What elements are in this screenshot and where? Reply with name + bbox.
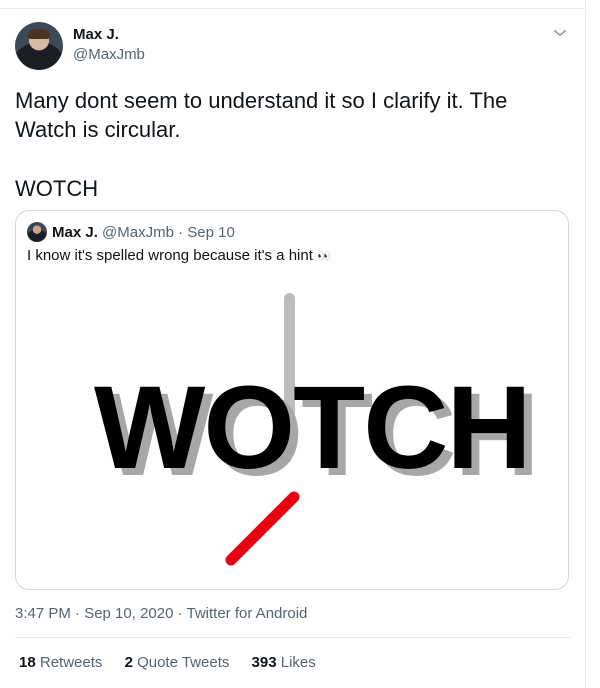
quoted-date: Sep 10: [187, 224, 235, 241]
clock-hour-hand: [225, 491, 300, 566]
quote-tweets-stat[interactable]: 2 Quote Tweets: [125, 654, 230, 671]
avatar[interactable]: [15, 22, 63, 70]
likes-stat[interactable]: 393 Likes: [252, 654, 316, 671]
tweet-text-line1: Many dont seem to understand it so I cla…: [15, 88, 508, 142]
engagement-stats: 18 Retweets 2 Quote Tweets 393 Likes: [19, 654, 334, 671]
quoted-header: Max J. @MaxJmb · Sep 10: [52, 224, 235, 241]
clock-center-dot: [289, 492, 299, 502]
retweets-label: Retweets: [39, 654, 103, 671]
chevron-down-icon[interactable]: [551, 24, 569, 42]
quote-tweets-label: Quote Tweets: [137, 654, 230, 671]
quoted-text-body: I know it's spelled wrong because it's a…: [27, 247, 313, 264]
quoted-separator: ·: [173, 224, 188, 241]
quoted-image[interactable]: WOTCH WOTCH: [16, 275, 568, 589]
top-divider: [0, 8, 586, 9]
wordmark-text: WOTCH: [94, 362, 530, 494]
meta-separator: ·: [173, 605, 187, 622]
tweet-text: Many dont seem to understand it so I cla…: [15, 86, 575, 203]
tweet-card: Max J. @MaxJmb Many dont seem to underst…: [0, 0, 586, 688]
tweet-meta: 3:47 PM · Sep 10, 2020 · Twitter for And…: [15, 605, 307, 622]
eyes-emoji-icon: 👀: [317, 250, 331, 263]
quoted-text: I know it's spelled wrong because it's a…: [27, 247, 331, 264]
quote-tweets-count: 2: [124, 654, 133, 671]
tweet-text-line2: WOTCH: [15, 176, 99, 201]
quoted-author-handle: @MaxJmb: [102, 224, 174, 241]
tweet-source[interactable]: Twitter for Android: [187, 605, 308, 622]
retweets-stat[interactable]: 18 Retweets: [19, 654, 102, 671]
likes-label: Likes: [280, 654, 316, 671]
author-handle[interactable]: @MaxJmb: [73, 46, 145, 63]
quoted-author-name: Max J.: [52, 224, 98, 241]
stats-divider-top: [15, 637, 571, 638]
quoted-tweet[interactable]: Max J. @MaxJmb · Sep 10 I know it's spel…: [15, 210, 569, 590]
retweets-count: 18: [19, 654, 36, 671]
likes-count: 393: [251, 654, 277, 671]
quoted-avatar: [27, 222, 47, 242]
author-name[interactable]: Max J.: [73, 26, 119, 43]
tweet-timestamp[interactable]: 3:47 PM · Sep 10, 2020: [15, 605, 173, 622]
